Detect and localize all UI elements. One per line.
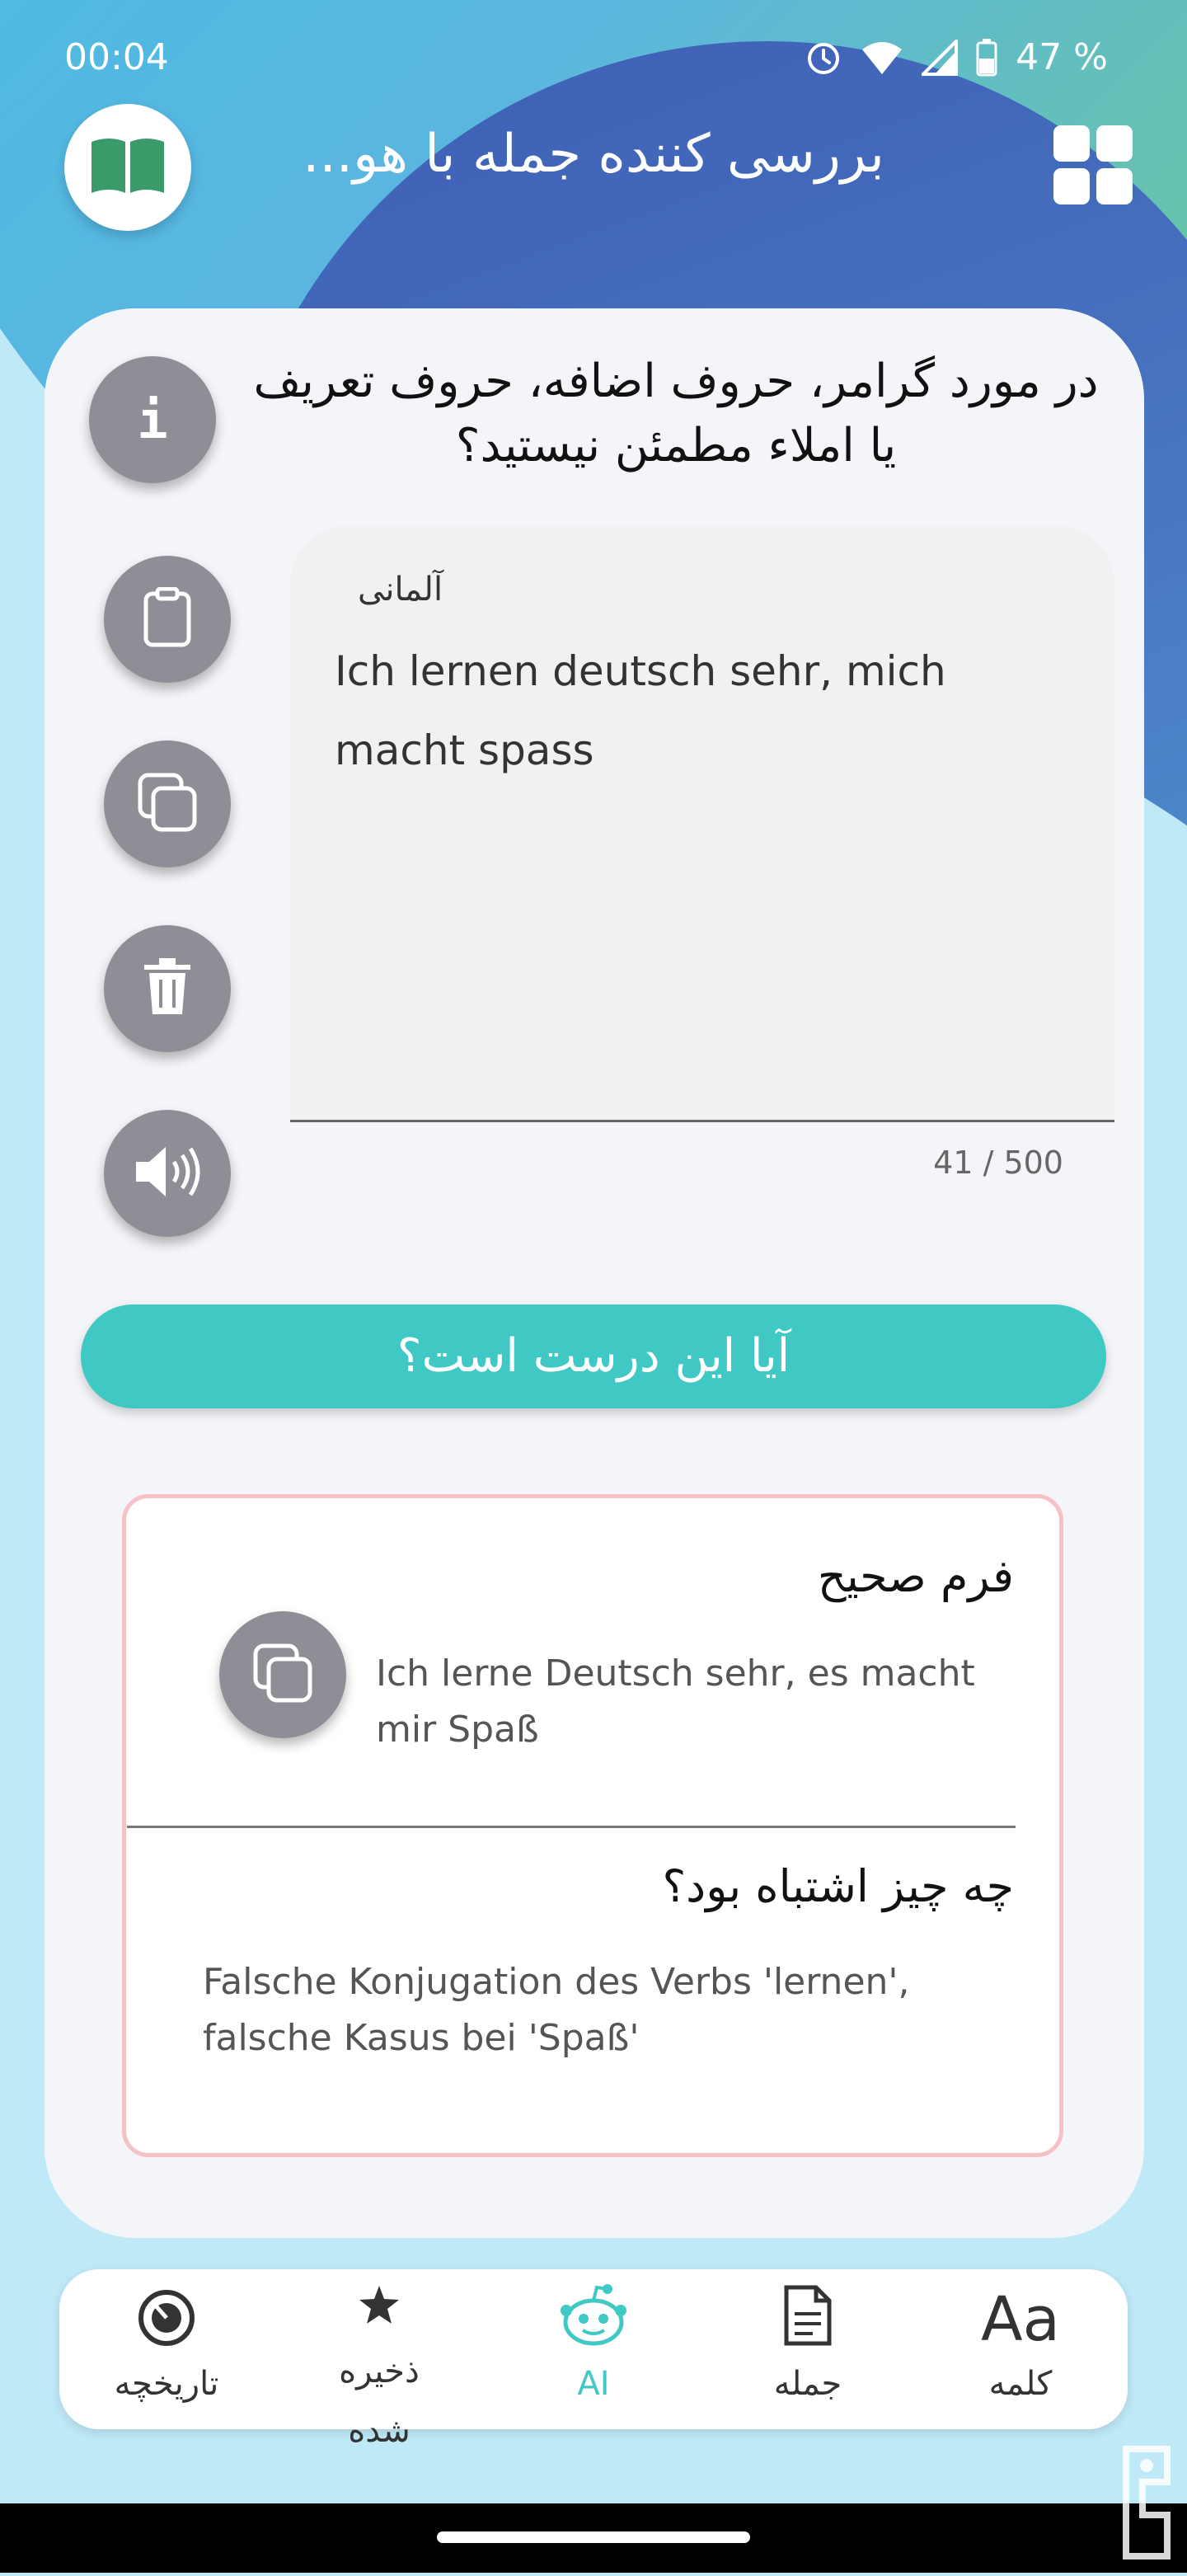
grid-menu-icon[interactable] <box>1053 125 1133 204</box>
nav-saved-label-1: ذخیره <box>339 2353 420 2390</box>
copy-icon <box>252 1643 313 1707</box>
speaker-button[interactable] <box>104 1110 231 1237</box>
sentence-input-text[interactable]: Ich lernen deutsch sehr, mich macht spas… <box>335 632 1077 790</box>
copy-correction-button[interactable] <box>219 1611 346 1738</box>
mistake-title: چه چیز اشتباه بود؟ <box>662 1860 1014 1912</box>
language-label: آلمانی <box>358 571 443 609</box>
nav-history-label: تاریخچه <box>114 2365 219 2403</box>
correct-form-title: فرم صحیح <box>817 1550 1014 1602</box>
nav-history[interactable]: تاریخچه <box>68 2284 265 2404</box>
clipboard-icon <box>143 586 192 651</box>
home-indicator[interactable] <box>437 2531 750 2543</box>
info-button[interactable]: i <box>89 356 216 483</box>
battery-icon <box>976 38 997 77</box>
book-icon <box>88 135 167 200</box>
status-bar: 00:04 47 % <box>0 0 1187 115</box>
info-icon: i <box>137 389 168 450</box>
nav-sentence-label: جمله <box>773 2365 842 2403</box>
paste-button[interactable] <box>104 556 231 683</box>
robot-icon <box>558 2282 629 2355</box>
corrected-sentence: Ich lerne Deutsch sehr, es macht mir Spa… <box>376 1652 975 1751</box>
nav-word-label: کلمه <box>988 2365 1053 2403</box>
nav-ai[interactable]: AI <box>495 2284 692 2404</box>
delete-button[interactable] <box>104 925 231 1052</box>
nav-sentence[interactable]: جمله <box>709 2284 907 2404</box>
speaker-icon <box>134 1145 200 1201</box>
nav-saved[interactable]: ذخیره شده <box>280 2284 478 2461</box>
signal-icon <box>922 39 959 76</box>
wifi-icon <box>861 40 903 76</box>
nav-ai-label: AI <box>577 2365 610 2403</box>
page-title: بررسی کننده جمله با هو... <box>303 124 884 185</box>
battery-percent: 47 % <box>1016 36 1108 78</box>
status-time: 00:04 <box>64 36 169 78</box>
history-icon <box>138 2289 195 2355</box>
store-logo-icon <box>1101 2433 1184 2573</box>
alarm-icon <box>805 39 842 77</box>
nav-saved-label-2: شده <box>348 2412 411 2450</box>
mistake-explanation: Falsche Konjugation des Verbs 'lernen', … <box>203 1961 910 2059</box>
document-icon <box>783 2284 833 2355</box>
character-counter: 41 / 500 <box>933 1145 1063 1181</box>
sentence-input[interactable] <box>290 526 1114 1122</box>
check-sentence-button[interactable]: آیا این درست است؟ <box>81 1304 1106 1408</box>
trash-icon <box>143 958 192 1019</box>
text-size-icon: Aa <box>981 2284 1060 2355</box>
question-text: در مورد گرامر، حروف اضافه، حروف تعریف یا… <box>253 355 1099 472</box>
star-icon <box>358 2284 401 2334</box>
result-divider <box>127 1826 1016 1828</box>
copy-icon <box>137 772 198 836</box>
nav-word[interactable]: Aa کلمه <box>922 2284 1119 2404</box>
copy-button[interactable] <box>104 740 231 867</box>
book-button[interactable] <box>64 104 191 231</box>
